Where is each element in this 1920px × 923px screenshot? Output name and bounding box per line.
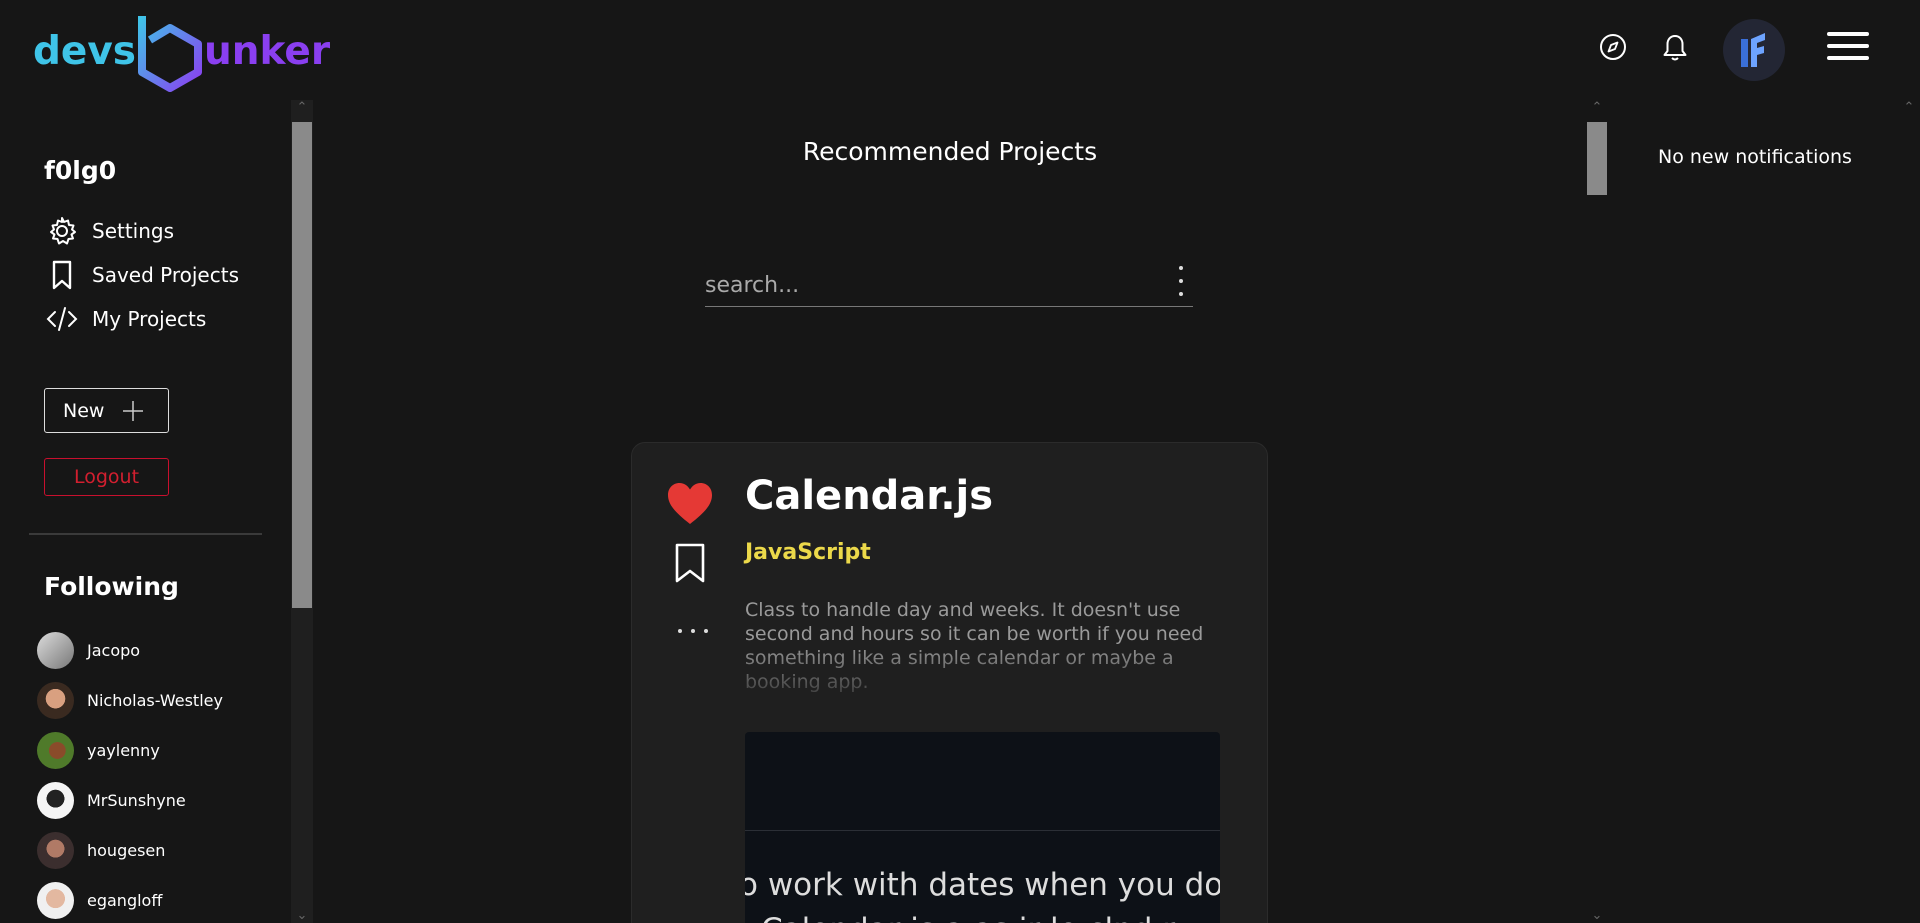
brand-text-unker: unker (204, 28, 331, 74)
search-input[interactable] (705, 268, 1145, 302)
following-user-name: MrSunshyne (87, 791, 186, 810)
bell-icon (1663, 35, 1687, 61)
avatar (37, 632, 74, 669)
sidebar-item-saved-projects[interactable]: Saved Projects (46, 259, 239, 291)
dot (704, 629, 708, 633)
avatar-logo-icon (1741, 33, 1765, 67)
sidebar-item-label: Settings (92, 219, 175, 243)
search-bar (705, 262, 1193, 307)
scroll-up-icon[interactable]: ⌃ (291, 100, 313, 115)
sidebar-scrollbar[interactable]: ⌃ ⌄ (291, 100, 313, 923)
bookmark-icon (52, 260, 72, 290)
sidebar-item-label: Saved Projects (92, 263, 239, 287)
search-options-button[interactable] (1174, 266, 1188, 296)
following-heading: Following (44, 572, 179, 601)
description-fade (745, 643, 1225, 703)
preview-divider (745, 830, 1220, 831)
plus-icon (123, 400, 144, 421)
hexagon-logo-icon (138, 16, 203, 92)
project-language: JavaScript (745, 540, 871, 565)
code-icon (46, 307, 78, 331)
following-user[interactable]: Nicholas-Westley (37, 682, 223, 719)
bookmark-icon[interactable] (674, 543, 706, 583)
main-menu-button[interactable] (1827, 30, 1869, 62)
project-preview-image: o work with dates when you don't wa t Ca… (745, 732, 1220, 923)
page-title: Recommended Projects (802, 137, 1098, 166)
scrollbar-thumb[interactable] (1587, 122, 1607, 195)
following-user[interactable]: hougesen (37, 832, 165, 869)
scroll-down-icon[interactable]: ⌄ (291, 908, 313, 923)
gear-icon (50, 217, 76, 245)
preview-text: t Calendar is a as ir le clnd r (745, 912, 1175, 923)
dot (1179, 292, 1183, 296)
project-title[interactable]: Calendar.js (745, 473, 993, 519)
scroll-up-icon[interactable]: ⌃ (1586, 100, 1608, 115)
heart-icon[interactable] (666, 481, 714, 526)
brand-text-devs: devs (33, 28, 137, 74)
sidebar-item-settings[interactable]: Settings (46, 215, 174, 247)
following-user-name: Jacopo (87, 641, 141, 660)
avatar (37, 882, 74, 919)
following-user-name: hougesen (87, 841, 166, 860)
brand-logo[interactable]: devs unker (33, 10, 330, 92)
avatar (37, 782, 74, 819)
following-user[interactable]: Jacopo (37, 632, 140, 669)
notifications-empty-text: No new notifications (1658, 146, 1852, 168)
following-user-name: egangloff (87, 891, 163, 910)
sidebar-item-my-projects[interactable]: My Projects (46, 303, 206, 335)
logout-button[interactable]: Logout (44, 458, 169, 496)
new-button-label: New (63, 399, 105, 422)
explore-button[interactable] (1598, 32, 1628, 62)
dot (1179, 266, 1183, 270)
project-card[interactable]: Calendar.js JavaScript Class to handle d… (631, 442, 1268, 923)
compass-icon (1600, 34, 1626, 60)
following-user[interactable]: MrSunshyne (37, 782, 186, 819)
main-scrollbar[interactable]: ⌃ ⌄ (1586, 100, 1608, 923)
dot (1179, 279, 1183, 283)
scroll-down-icon[interactable]: ⌄ (1586, 908, 1608, 923)
following-user-name: Nicholas-Westley (87, 691, 223, 710)
user-avatar-button[interactable] (1723, 19, 1785, 81)
avatar (37, 732, 74, 769)
dot (691, 629, 695, 633)
following-user-name: yaylenny (87, 741, 160, 760)
following-user[interactable]: egangloff (37, 882, 162, 919)
hamburger-icon (1827, 32, 1869, 60)
new-project-button[interactable]: New (44, 388, 169, 433)
sidebar-item-label: My Projects (92, 307, 207, 331)
dot (678, 629, 682, 633)
following-user[interactable]: yaylenny (37, 732, 160, 769)
sidebar-divider (29, 533, 262, 535)
scrollbar-thumb[interactable] (292, 122, 312, 608)
avatar (37, 682, 74, 719)
left-sidebar: f0lg0 Settings Saved Projects My Project… (0, 100, 290, 923)
more-options-button[interactable] (678, 629, 708, 639)
preview-text: o work with dates when you don't wa (745, 867, 1220, 903)
notifications-button[interactable] (1660, 32, 1690, 64)
avatar (37, 832, 74, 869)
notifications-scroll-up-icon[interactable]: ⌃ (1898, 100, 1920, 115)
